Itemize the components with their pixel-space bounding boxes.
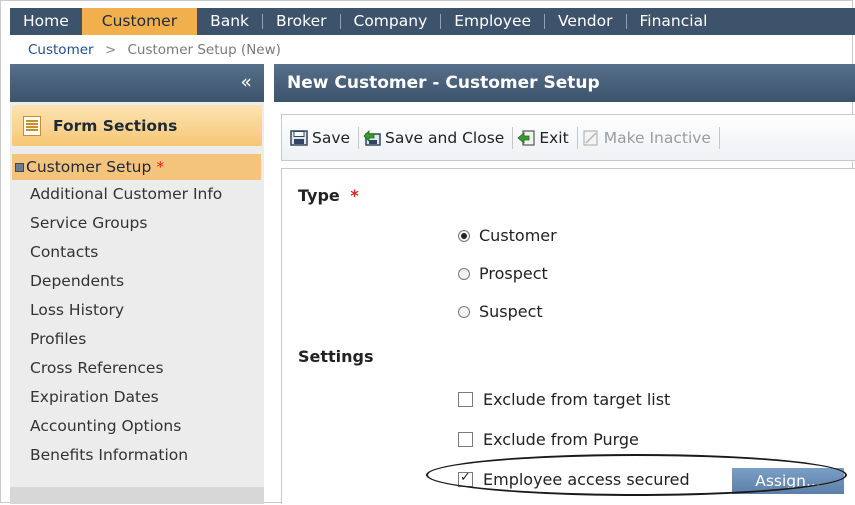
assign-button[interactable]: Assign... (732, 468, 844, 494)
exit-arrow-icon (517, 129, 535, 146)
toolbar-separator (576, 126, 578, 149)
toolbar-separator (718, 126, 720, 149)
page-title: New Customer - Customer Setup (287, 73, 600, 93)
disabled-document-icon (583, 129, 598, 146)
section-loss-history[interactable]: Loss History (12, 296, 261, 325)
form-sections-header: Form Sections (12, 105, 262, 146)
nav-broker[interactable]: Broker (263, 8, 339, 35)
form-sections-title: Form Sections (53, 116, 178, 135)
exclude-target-list-checkbox[interactable] (458, 392, 473, 407)
sidebar-footer (10, 487, 264, 504)
section-additional-customer-info[interactable]: Additional Customer Info (12, 180, 261, 209)
collapse-icon[interactable]: « (240, 71, 252, 93)
section-contacts[interactable]: Contacts (12, 238, 261, 267)
section-customer-setup-label: Customer Setup (26, 158, 152, 176)
sidebar-collapse-bar: « (10, 64, 264, 102)
nav-customer[interactable]: Customer (81, 8, 198, 35)
radio-prospect[interactable] (458, 267, 470, 280)
section-cross-references[interactable]: Cross References (12, 354, 261, 383)
make-inactive-label: Make Inactive (603, 128, 711, 147)
section-accounting-options[interactable]: Accounting Options (12, 412, 261, 441)
save-button[interactable]: Save (288, 123, 356, 153)
exclude-target-list-label: Exclude from target list (483, 390, 671, 409)
main-title-bar: New Customer - Customer Setup (274, 64, 855, 102)
exclude-purge-checkbox[interactable] (458, 432, 473, 447)
type-option-suspect[interactable]: Suspect (458, 302, 543, 321)
make-inactive-button[interactable]: Make Inactive (580, 123, 717, 153)
nav-vendor[interactable]: Vendor (545, 8, 625, 35)
required-marker: * (156, 158, 165, 176)
nav-company[interactable]: Company (341, 8, 441, 35)
employee-access-checkbox[interactable]: ✓ (458, 470, 473, 487)
form-area (281, 168, 855, 504)
top-navigation: Home Customer Bank Broker Company Employ… (10, 8, 855, 35)
checkmark-icon: ✓ (460, 470, 471, 485)
breadcrumb: Customer > Customer Setup (New) (28, 42, 281, 58)
exit-label: Exit (539, 128, 569, 147)
nav-employee[interactable]: Employee (441, 8, 544, 35)
exclude-purge-row: Exclude from Purge (458, 430, 639, 449)
save-label: Save (312, 128, 351, 147)
employee-access-row: ✓ Employee access secured (458, 470, 690, 489)
employee-access-label: Employee access secured (483, 470, 690, 489)
list-document-icon (23, 115, 41, 136)
radio-prospect-label: Prospect (479, 264, 548, 283)
nav-home[interactable]: Home (10, 8, 82, 35)
toolbar-separator (512, 126, 514, 149)
type-label: Type * (298, 186, 359, 205)
section-list: Customer Setup * Additional Customer Inf… (12, 154, 261, 470)
radio-customer[interactable] (458, 229, 470, 242)
section-profiles[interactable]: Profiles (12, 325, 261, 354)
settings-label: Settings (298, 347, 374, 366)
section-expiration-dates[interactable]: Expiration Dates (12, 383, 261, 412)
exclude-purge-label: Exclude from Purge (483, 430, 639, 449)
radio-customer-label: Customer (479, 226, 557, 245)
nav-financial[interactable]: Financial (627, 8, 721, 35)
radio-suspect-label: Suspect (479, 302, 543, 321)
exclude-target-list-row: Exclude from target list (458, 390, 670, 409)
section-benefits-information[interactable]: Benefits Information (12, 441, 261, 470)
type-required-marker: * (350, 186, 359, 205)
radio-suspect[interactable] (458, 305, 470, 318)
save-and-close-button[interactable]: Save and Close (361, 123, 510, 153)
floppy-icon (15, 162, 24, 172)
save-and-close-label: Save and Close (385, 128, 505, 147)
breadcrumb-current: Customer Setup (New) (127, 42, 281, 58)
breadcrumb-separator: > (104, 42, 117, 58)
breadcrumb-customer-link[interactable]: Customer (28, 42, 94, 58)
exit-button[interactable]: Exit (515, 123, 574, 153)
section-service-groups[interactable]: Service Groups (12, 209, 261, 238)
section-customer-setup[interactable]: Customer Setup * (12, 154, 261, 180)
toolbar: Save Save and Close Exit Make Inactive (281, 114, 855, 161)
type-label-text: Type (298, 186, 340, 205)
nav-bank[interactable]: Bank (197, 8, 262, 35)
section-dependents[interactable]: Dependents (12, 267, 261, 296)
save-icon (290, 129, 308, 146)
type-option-prospect[interactable]: Prospect (458, 264, 548, 283)
toolbar-separator (358, 126, 360, 149)
type-option-customer[interactable]: Customer (458, 226, 557, 245)
save-close-icon (363, 129, 381, 146)
